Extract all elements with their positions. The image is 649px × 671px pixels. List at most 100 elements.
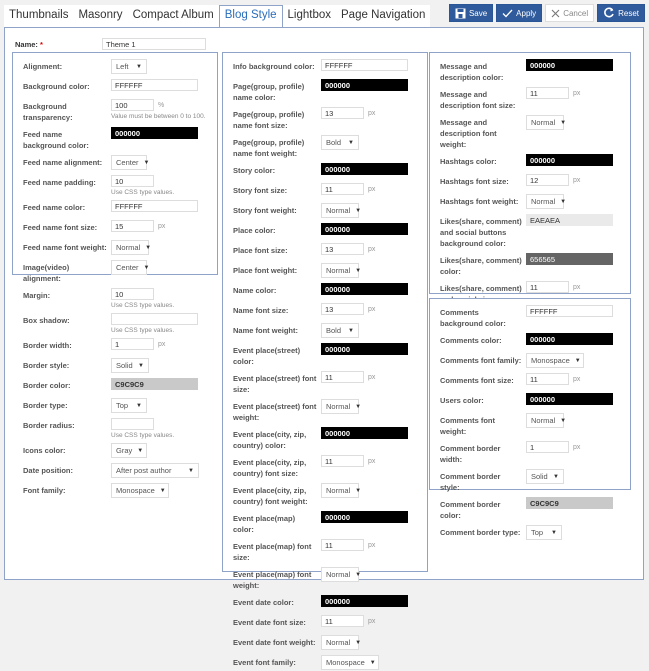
feed-name-padding-input[interactable] <box>111 175 154 187</box>
feed-name-color-input[interactable] <box>111 200 198 212</box>
comments-font-size-input[interactable] <box>526 373 569 385</box>
image-video-alignment-select[interactable]: Center ▼ <box>111 260 149 275</box>
page-name-font-size-input[interactable] <box>321 107 364 119</box>
tab-blog-style[interactable]: Blog Style <box>218 5 283 29</box>
tab-compact-album[interactable]: Compact Album <box>128 5 219 27</box>
feed-name-bg-color-input[interactable] <box>111 127 198 139</box>
ev-city-font-size-input[interactable] <box>321 455 364 467</box>
font-family-label: Font family: <box>23 486 66 495</box>
setting-row-msg-font-size: Message and description font size: px <box>430 87 630 111</box>
place-font-weight-select[interactable]: Normal ▼ <box>321 263 361 278</box>
save-button[interactable]: Save <box>448 4 494 22</box>
info-bg-color-input[interactable] <box>321 59 408 71</box>
info-bg-color-control <box>321 59 408 71</box>
likes-bg-color-input[interactable] <box>526 214 613 226</box>
comment-border-type-select[interactable]: Top ▼ <box>526 525 562 540</box>
story-color-input[interactable] <box>321 163 408 175</box>
hashtags-font-size-input[interactable] <box>526 174 569 186</box>
comments-bg-color-input[interactable] <box>526 305 613 317</box>
dropdown-arrow-icon: ▼ <box>355 571 362 578</box>
border-color-control-line <box>111 378 198 390</box>
comment-border-style-select[interactable]: Solid ▼ <box>526 469 564 484</box>
setting-row-border-type: Border type: Top ▼ <box>13 398 217 414</box>
comment-border-color-input[interactable] <box>526 497 613 509</box>
likes-size-input[interactable] <box>526 281 569 293</box>
border-width-input[interactable] <box>111 338 154 350</box>
feed-name-font-weight-select[interactable]: Normal ▼ <box>111 240 151 255</box>
story-font-size-input[interactable] <box>321 183 364 195</box>
ev-date-font-weight-select[interactable]: Normal ▼ <box>321 635 361 650</box>
likes-color-input[interactable] <box>526 253 613 265</box>
background-color-input[interactable] <box>111 79 198 91</box>
border-radius-input[interactable] <box>111 418 154 430</box>
comment-border-width-input[interactable] <box>526 441 569 453</box>
ev-font-family-select[interactable]: Monospace ▼ <box>321 655 379 670</box>
place-font-size-input[interactable] <box>321 243 364 255</box>
feed-name-alignment-select[interactable]: Center ▼ <box>111 155 149 170</box>
alignment-label: Alignment: <box>23 62 63 71</box>
name-font-weight-select[interactable]: Bold ▼ <box>321 323 359 338</box>
ev-city-color-input[interactable] <box>321 427 408 439</box>
theme-name-input[interactable] <box>102 38 206 50</box>
setting-row-border-radius: Border radius: Use CSS type values. <box>13 418 217 439</box>
comments-font-size-control-line: px <box>526 373 580 385</box>
page-name-font-weight-select[interactable]: Bold ▼ <box>321 135 359 150</box>
ev-street-font-size-input[interactable] <box>321 371 364 383</box>
reset-button[interactable]: Reset <box>597 4 645 22</box>
margin-input[interactable] <box>111 288 154 300</box>
icons-color-select-value: Gray <box>116 446 133 455</box>
tab-masonry[interactable]: Masonry <box>73 5 127 27</box>
name-color-input[interactable] <box>321 283 408 295</box>
msg-font-weight-select[interactable]: Normal ▼ <box>526 115 566 130</box>
feed-name-font-size-input[interactable] <box>111 220 154 232</box>
hashtags-font-weight-select[interactable]: Normal ▼ <box>526 194 566 209</box>
place-color-input[interactable] <box>321 223 408 235</box>
border-width-control-line: px <box>111 338 165 350</box>
ev-street-font-weight-select[interactable]: Normal ▼ <box>321 399 361 414</box>
date-position-select[interactable]: After post author ▼ <box>111 463 199 478</box>
feed-name-alignment-control-line: Center ▼ <box>111 155 149 170</box>
comment-border-width-label: Comment border width: <box>440 444 501 464</box>
ev-map-font-size-input[interactable] <box>321 539 364 551</box>
border-style-select[interactable]: Solid ▼ <box>111 358 149 373</box>
setting-row-margin: Margin: Use CSS type values. <box>13 288 217 309</box>
font-family-select[interactable]: Monospace ▼ <box>111 483 169 498</box>
apply-button[interactable]: Apply <box>496 4 543 22</box>
ev-street-color-control-line <box>321 343 408 355</box>
ev-street-color-input[interactable] <box>321 343 408 355</box>
story-font-weight-select[interactable]: Normal ▼ <box>321 203 361 218</box>
msg-color-input[interactable] <box>526 59 613 71</box>
border-type-select[interactable]: Top ▼ <box>111 398 147 413</box>
border-color-control <box>111 378 198 390</box>
msg-font-weight-label: Message and description font weight: <box>440 118 497 149</box>
tab-page-navigation[interactable]: Page Navigation <box>336 5 430 27</box>
msg-font-size-input[interactable] <box>526 87 569 99</box>
icons-color-select[interactable]: Gray ▼ <box>111 443 147 458</box>
ev-city-font-weight-select[interactable]: Normal ▼ <box>321 483 361 498</box>
background-transparency-input[interactable] <box>111 99 154 111</box>
ev-street-font-size-control: px <box>321 371 375 383</box>
ev-date-font-size-input[interactable] <box>321 615 364 627</box>
ev-map-font-weight-select[interactable]: Normal ▼ <box>321 567 362 582</box>
ev-map-color-input[interactable] <box>321 511 408 523</box>
msg-color-control <box>526 59 613 71</box>
ev-date-color-input[interactable] <box>321 595 408 607</box>
comments-font-weight-select[interactable]: Normal ▼ <box>526 413 566 428</box>
hashtags-color-input[interactable] <box>526 154 613 166</box>
hashtags-font-size-control: px <box>526 174 580 186</box>
tab-thumbnails[interactable]: Thumbnails <box>4 5 73 27</box>
tab-lightbox[interactable]: Lightbox <box>283 5 336 27</box>
alignment-select[interactable]: Left ▼ <box>111 59 147 74</box>
cancel-button[interactable]: Cancel <box>545 4 595 22</box>
border-color-input[interactable] <box>111 378 198 390</box>
name-font-size-control: px <box>321 303 375 315</box>
users-color-input[interactable] <box>526 393 613 405</box>
icons-color-label: Icons color: <box>23 446 66 455</box>
comments-color-input[interactable] <box>526 333 613 345</box>
comments-font-family-select[interactable]: Monospace ▼ <box>526 353 584 368</box>
page-name-color-input[interactable] <box>321 79 408 91</box>
name-font-size-input[interactable] <box>321 303 364 315</box>
setting-row-place-font-size: Place font size: px <box>223 243 427 259</box>
dropdown-arrow-icon: ▼ <box>574 357 581 364</box>
box-shadow-input[interactable] <box>111 313 198 325</box>
